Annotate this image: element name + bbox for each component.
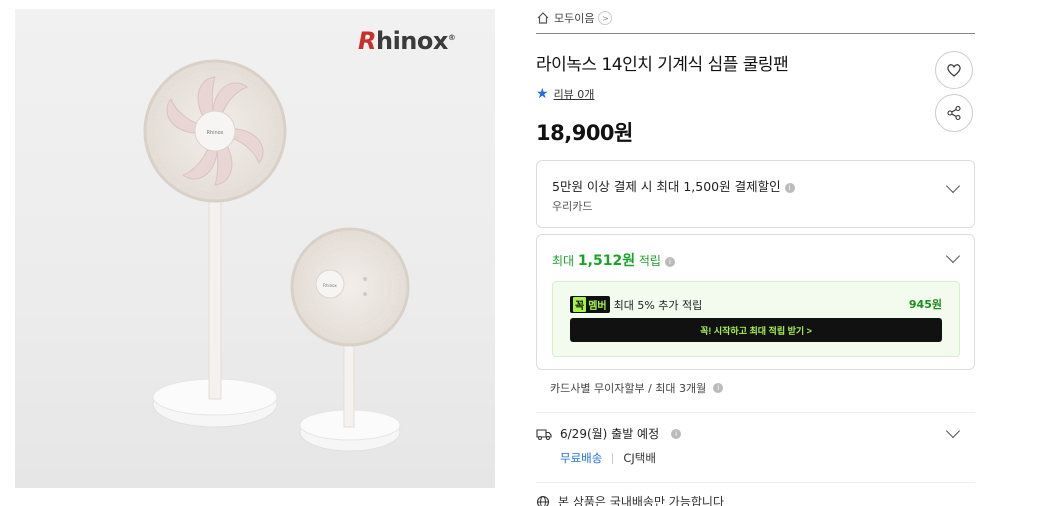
card-discount-box[interactable]: 5만원 이상 결제 시 최대 1,500원 결제할인 i 우리카드: [536, 160, 975, 228]
chevron-down-icon[interactable]: [945, 423, 961, 439]
wishlist-button[interactable]: [935, 51, 973, 89]
points-box: 최대 1,512원 적립 i 꼭 멤버 최대 5% 추가 적립 945원 꼭! 시작…: [536, 234, 975, 370]
home-icon: [537, 12, 549, 24]
card-discount-text: 5만원 이상 결제 시 최대 1,500원 결제할인 i: [552, 176, 795, 195]
fan-illustration: Rhinox Rhinox: [143, 59, 410, 452]
info-icon[interactable]: i: [784, 182, 795, 193]
member-benefit-panel: 꼭 멤버 최대 5% 추가 적립 945원 꼭! 시작하고 최대 적립 받기 >: [552, 281, 960, 357]
chevron-down-icon[interactable]: [945, 248, 961, 264]
fan-badge: Rhinox: [206, 130, 223, 136]
globe-icon: [536, 495, 550, 506]
breadcrumb[interactable]: 모두이음 >: [536, 8, 613, 28]
member-start-button[interactable]: 꼭! 시작하고 최대 적립 받기 >: [570, 318, 942, 342]
installment-info: 카드사별 무이자할부 / 최대 3개월 i: [550, 380, 724, 396]
points-headline: 최대 1,512원 적립 i: [552, 250, 675, 270]
product-price: 18,900원: [536, 121, 633, 145]
info-icon[interactable]: i: [713, 383, 724, 393]
points-amount: 1,512원: [577, 253, 636, 269]
info-icon[interactable]: i: [671, 428, 682, 439]
truck-icon: [536, 428, 552, 440]
shipping-date: 6/29(월) 출발 예정 i: [536, 425, 682, 442]
breadcrumb-label[interactable]: 모두이음: [554, 10, 594, 26]
separator: [612, 452, 614, 464]
carrier-label: CJ택배: [623, 451, 656, 465]
svg-text:Rhinox: Rhinox: [323, 283, 337, 288]
info-icon[interactable]: i: [664, 256, 675, 267]
review-link[interactable]: 리뷰 0개: [554, 86, 595, 102]
product-image: Rhinox® Rhinox Rhinox: [15, 9, 495, 488]
shipping-details: 무료배송 CJ택배: [560, 450, 656, 466]
section-divider: [536, 412, 975, 413]
star-icon: ★: [536, 86, 549, 102]
member-benefit-text: 최대 5% 추가 적립: [613, 298, 703, 312]
member-benefit-amount: 945원: [908, 298, 942, 311]
share-button[interactable]: [935, 94, 973, 132]
member-badge: 꼭 멤버: [570, 296, 610, 313]
section-divider: [536, 482, 975, 483]
chevron-right-icon[interactable]: >: [598, 11, 613, 25]
share-icon: [947, 105, 961, 121]
heart-icon: [947, 64, 961, 77]
free-shipping-label: 무료배송: [560, 451, 603, 465]
card-discount-issuer: 우리카드: [552, 200, 593, 213]
breadcrumb-divider: [536, 33, 975, 34]
chevron-down-icon[interactable]: [945, 178, 961, 194]
product-title: 라이녹스 14인치 기계식 심플 쿨링팬: [536, 55, 789, 75]
review-summary: ★ 리뷰 0개: [536, 86, 594, 102]
domestic-notice: 본 상품은 국내배송만 가능합니다: [536, 493, 724, 506]
